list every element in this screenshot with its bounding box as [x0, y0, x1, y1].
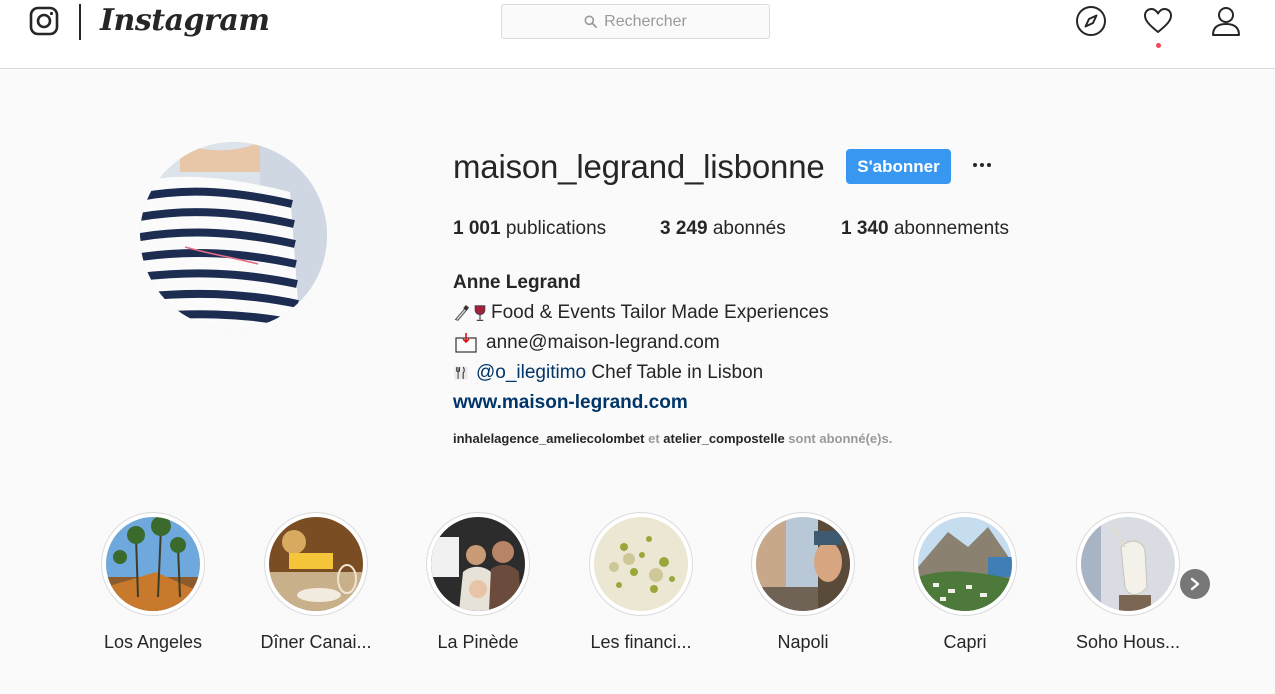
chevron-right-icon — [1190, 577, 1200, 591]
bio-mention-link[interactable]: @o_ilegitimo — [476, 358, 586, 388]
following-count: 1 340 — [841, 218, 889, 239]
profile-full-name: Anne Legrand — [453, 272, 581, 293]
highlight-les-financi[interactable]: Les financi... — [589, 512, 693, 652]
highlight-capri[interactable]: Capri — [913, 512, 1017, 652]
wine-glass-icon — [474, 305, 486, 321]
stat-following[interactable]: 1 340 abonnements — [841, 218, 1009, 240]
highlight-label: Les financi... — [590, 632, 692, 652]
bio-line-email: anne@maison-legrand.com — [453, 328, 829, 358]
highlight-label: Napoli — [777, 632, 829, 652]
profile-bio: Anne Legrand Food & Events Tailor Made E… — [453, 268, 829, 418]
followers-label: abonnés — [712, 218, 786, 239]
highlight-thumbnail — [594, 517, 688, 611]
envelope-icon — [455, 333, 477, 353]
bio-email[interactable]: anne@maison-legrand.com — [486, 328, 720, 358]
bio-food-text: Food & Events Tailor Made Experiences — [491, 302, 829, 323]
profile-avatar[interactable] — [140, 142, 327, 329]
followed-by-and: et — [648, 431, 660, 446]
followed-by-line: inhalelagence_ameliecolombet et atelier_… — [453, 431, 892, 446]
highlight-los-angeles[interactable]: Los Angeles — [101, 512, 205, 652]
fork-knife-icon — [454, 366, 468, 380]
highlight-label: Los Angeles — [103, 632, 203, 652]
instagram-wordmark[interactable]: Instagram — [100, 3, 270, 38]
highlight-label: Dîner Canai... — [260, 632, 372, 652]
bio-chef-text: Chef Table in Lisbon — [586, 362, 764, 383]
highlight-thumbnail — [1081, 517, 1175, 611]
highlight-napoli[interactable]: Napoli — [751, 512, 855, 652]
highlight-label: Soho Hous... — [1075, 632, 1181, 652]
profile-username: maison_legrand_lisbonne — [453, 148, 825, 185]
highlight-label: La Pinède — [437, 632, 519, 652]
bio-line-chef: @o_ilegitimo Chef Table in Lisbon — [453, 358, 829, 388]
highlight-thumbnail — [756, 517, 850, 611]
nav-divider — [79, 4, 81, 40]
more-options-icon[interactable] — [969, 152, 995, 178]
top-navigation: Instagram Rechercher — [0, 0, 1275, 69]
follower-account-1[interactable]: inhalelagence_ameliecolombet — [453, 431, 644, 446]
posts-label: publications — [505, 218, 607, 239]
highlight-label: Capri — [943, 632, 987, 652]
followed-by-suffix: sont abonné(e)s. — [788, 431, 893, 446]
profile-stats: 1 001 publications 3 249 abonnés 1 340 a… — [453, 218, 1009, 240]
follower-account-2[interactable]: atelier_compostelle — [663, 431, 784, 446]
following-label: abonnements — [893, 218, 1009, 239]
highlight-thumbnail — [918, 517, 1012, 611]
bio-line-food: Food & Events Tailor Made Experiences — [453, 298, 829, 328]
stat-publications[interactable]: 1 001 publications — [453, 218, 660, 240]
stat-followers[interactable]: 3 249 abonnés — [660, 218, 841, 240]
highlight-la-pinede[interactable]: La Pinède — [426, 512, 530, 652]
user-icon[interactable] — [1210, 5, 1242, 37]
search-placeholder: Rechercher — [604, 12, 687, 30]
highlights-next-button[interactable] — [1180, 569, 1210, 599]
notification-dot — [1156, 43, 1161, 48]
search-icon — [584, 15, 598, 28]
highlight-diner-canai[interactable]: Dîner Canai... — [260, 512, 372, 652]
website-link[interactable]: www.maison-legrand.com — [453, 388, 829, 418]
knife-icon — [454, 304, 470, 321]
search-box[interactable]: Rechercher — [501, 4, 770, 39]
follow-button[interactable]: S'abonner — [846, 149, 951, 184]
posts-count: 1 001 — [453, 218, 501, 239]
highlight-thumbnail — [431, 517, 525, 611]
highlight-soho-house[interactable]: Soho Hous... — [1076, 512, 1180, 652]
heart-icon[interactable] — [1142, 5, 1174, 37]
highlight-thumbnail — [269, 517, 363, 611]
highlight-thumbnail — [106, 517, 200, 611]
compass-icon[interactable] — [1075, 5, 1107, 37]
followers-count: 3 249 — [660, 218, 708, 239]
instagram-glyph-icon[interactable] — [29, 6, 59, 36]
